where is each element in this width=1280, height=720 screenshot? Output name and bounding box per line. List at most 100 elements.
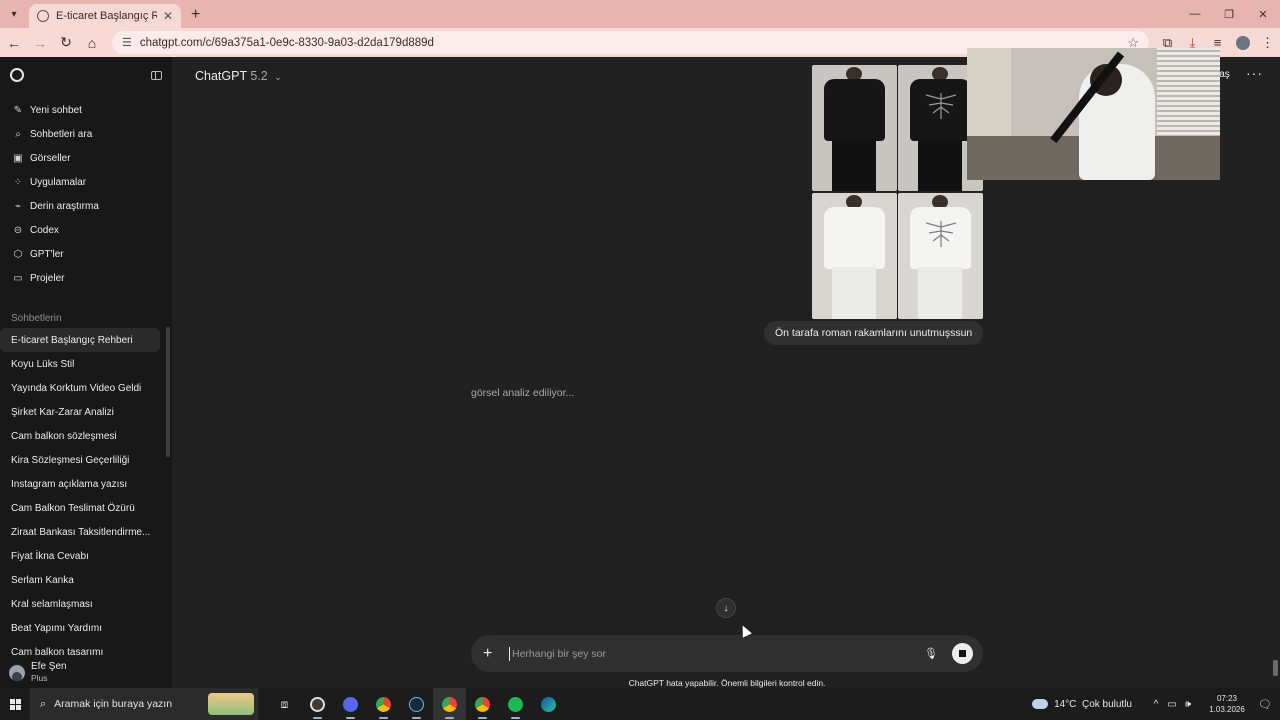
sidebar: ✎ Yeni sohbet ⌕ Sohbetleri ara ▣ Görseller ⁘ Uy… — [0, 57, 172, 688]
chrome-profile-app-icon[interactable] — [433, 688, 466, 720]
sidebar-item-search[interactable]: ⌕ Sohbetleri ara — [0, 122, 172, 146]
user-name: Efe Şen — [31, 661, 67, 672]
chat-list-item[interactable]: Instagram açıklama yazısı — [0, 472, 160, 496]
chat-list: E-ticaret Başlangıç Rehberi Koyu Lüks Sti… — [0, 328, 172, 664]
prompt-input[interactable] — [509, 646, 925, 661]
volume-icon[interactable]: 🕪 — [1180, 699, 1196, 710]
spotify-app-icon[interactable] — [499, 688, 532, 720]
sidebar-item-cube[interactable]: ⬡ GPT'ler — [0, 242, 172, 266]
apps-icon: ⁘ — [13, 176, 23, 188]
codex-icon: ⊝ — [13, 224, 23, 236]
model-name: ChatGPT — [195, 69, 247, 83]
chat-list-item[interactable]: Şirket Kar-Zarar Analizi — [0, 400, 160, 424]
close-window-icon[interactable]: ✕ — [1246, 0, 1280, 28]
tab-title: E-ticaret Başlangıç Rehberi — [56, 10, 157, 22]
sidebar-item-label: Sohbetleri ara — [30, 128, 93, 140]
shirt-image-black-front[interactable] — [812, 65, 897, 191]
sidebar-toggle-icon[interactable] — [151, 70, 162, 80]
chevron-down-icon: ⌄ — [274, 72, 282, 82]
chat-list-item[interactable]: Cam balkon sözleşmesi — [0, 424, 160, 448]
browser-tab[interactable]: E-ticaret Başlangıç Rehberi ✕ — [29, 4, 181, 28]
sidebar-item-research[interactable]: ⌁ Derin araştırma — [0, 194, 172, 218]
chat-list-item[interactable]: Kira Sözleşmesi Geçerliliği — [0, 448, 160, 472]
add-attachment-icon[interactable]: + — [483, 645, 501, 663]
sidebar-item-label: Projeler — [30, 272, 65, 284]
chat-list-item[interactable]: Beat Yapımı Yardımı — [0, 616, 160, 640]
chrome-second-app-icon[interactable] — [466, 688, 499, 720]
tray-expand-icon[interactable]: ^ — [1148, 699, 1164, 710]
chat-list-item[interactable]: E-ticaret Başlangıç Rehberi — [0, 328, 160, 352]
new-tab-button[interactable]: + — [191, 7, 200, 23]
clock[interactable]: 07:23 1.03.2026 — [1204, 693, 1250, 715]
back-icon[interactable]: ← — [2, 35, 26, 51]
sidebar-scrollbar[interactable] — [166, 327, 170, 457]
user-plan: Plus — [31, 673, 48, 683]
minimize-icon[interactable]: — — [1178, 0, 1212, 28]
chat-list-item[interactable]: Fiyat İkna Cevabı — [0, 544, 160, 568]
edge-app-icon[interactable] — [532, 688, 565, 720]
sidebar-item-label: Derin araştırma — [30, 200, 99, 212]
user-profile[interactable]: Efe Şen Plus — [0, 657, 172, 688]
chat-list-item[interactable]: Kral selamlaşması — [0, 592, 160, 616]
sidebar-item-apps[interactable]: ⁘ Uygulamalar — [0, 170, 172, 194]
scroll-down-button[interactable]: ↓ — [716, 598, 736, 618]
user-message-bubble: Ön tarafa roman rakamlarını unutmuşssun — [764, 321, 984, 345]
cloud-icon — [1032, 699, 1049, 709]
search-icon: ⌕ — [15, 128, 21, 140]
close-tab-icon[interactable]: ✕ — [163, 9, 173, 23]
cube-icon: ⬡ — [13, 248, 23, 260]
shirt-image-white-front[interactable] — [812, 193, 897, 319]
chrome-app-icon[interactable] — [367, 688, 400, 720]
chats-section-title: Sohbetlerin — [11, 312, 62, 324]
search-highlight-image — [208, 693, 254, 715]
disclaimer-text: ChatGPT hata yapabilir. Önemli bilgileri… — [628, 678, 826, 688]
stop-generating-button[interactable] — [952, 643, 973, 664]
model-selector[interactable]: ChatGPT 5.2 ⌄ — [195, 69, 282, 83]
image-icon: ▣ — [13, 152, 23, 164]
microphone-icon[interactable]: 🎙 — [924, 647, 938, 660]
chat-list-item[interactable]: Yayında Korktum Video Geldi — [0, 376, 160, 400]
chat-list-item[interactable]: Koyu Lüks Stil — [0, 352, 160, 376]
weather-temp: 14°C — [1054, 698, 1077, 710]
steam-app-icon[interactable] — [400, 688, 433, 720]
more-options-icon[interactable]: ··· — [1246, 65, 1263, 81]
chat-list-item[interactable]: Cam Balkon Teslimat Özürü — [0, 496, 160, 520]
sidebar-item-image[interactable]: ▣ Görseller — [0, 146, 172, 170]
main-scrollbar[interactable] — [1273, 660, 1278, 676]
folder-icon: ▭ — [13, 272, 23, 284]
start-button[interactable] — [0, 698, 30, 710]
stop-icon — [959, 650, 966, 657]
sidebar-item-codex[interactable]: ⊝ Codex — [0, 218, 172, 242]
site-info-icon[interactable]: ☰ — [122, 36, 132, 49]
notification-icon[interactable]: 🗨 — [1250, 698, 1280, 711]
sidebar-item-label: Görseller — [30, 152, 71, 164]
network-icon[interactable]: ▭ — [1164, 699, 1180, 710]
home-icon[interactable]: ⌂ — [80, 35, 104, 51]
chat-list-item[interactable]: Serlam Kanka — [0, 568, 160, 592]
openai-logo-icon[interactable] — [10, 68, 24, 82]
url-text[interactable]: chatgpt.com/c/69a375a1-0e9c-8330-9a03-d2… — [140, 37, 1128, 49]
uploaded-image-grid[interactable] — [812, 65, 983, 319]
obs-app-icon[interactable] — [301, 688, 334, 720]
tab-search-chevron-icon[interactable]: ▾ — [5, 5, 23, 23]
model-version: 5.2 — [250, 69, 268, 83]
sidebar-item-label: Codex — [30, 224, 59, 236]
taskbar-search[interactable]: ⌕ Aramak için buraya yazın — [30, 688, 258, 720]
shirt-image-white-back[interactable] — [898, 193, 983, 319]
window-controls: — ❐ ✕ — [1178, 0, 1280, 28]
restore-icon[interactable]: ❐ — [1212, 0, 1246, 28]
avatar — [9, 664, 25, 681]
discord-app-icon[interactable] — [334, 688, 367, 720]
taskbar-search-placeholder: Aramak için buraya yazın — [54, 698, 173, 710]
sidebar-item-edit[interactable]: ✎ Yeni sohbet — [0, 98, 172, 122]
weather-widget[interactable]: 14°C Çok bulutlu — [1032, 699, 1132, 710]
reload-icon[interactable]: ↻ — [54, 34, 78, 51]
sidebar-item-folder[interactable]: ▭ Projeler — [0, 266, 172, 290]
forward-icon[interactable]: → — [28, 35, 52, 51]
profile-icon[interactable] — [1230, 35, 1255, 51]
browser-tab-strip: ▾ E-ticaret Başlangıç Rehberi ✕ + — ❐ ✕ — [0, 0, 1280, 28]
task-view-icon[interactable]: ⧈ — [268, 688, 301, 720]
edit-icon: ✎ — [13, 104, 23, 116]
chat-list-item[interactable]: Ziraat Bankası Taksitlendirme... — [0, 520, 160, 544]
browser-menu-icon[interactable]: ⋮ — [1255, 35, 1280, 51]
